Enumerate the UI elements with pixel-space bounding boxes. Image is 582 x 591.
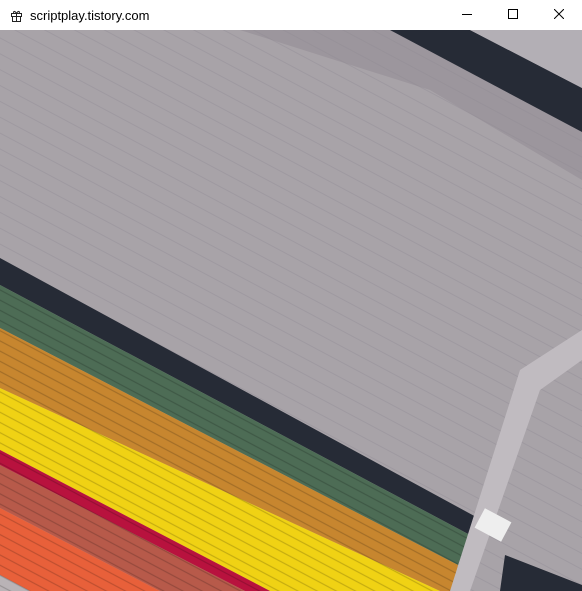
title-bar[interactable]: scriptplay.tistory.com: [0, 0, 582, 30]
window-controls: [444, 0, 582, 30]
maximize-button[interactable]: [490, 0, 536, 30]
gift-box-icon: [9, 8, 23, 22]
tulip-fields-image: [0, 30, 582, 591]
minimize-button[interactable]: [444, 0, 490, 30]
aerial-photo: [0, 30, 582, 591]
window-title: scriptplay.tistory.com: [30, 7, 150, 23]
minimize-icon: [462, 6, 472, 24]
maximize-icon: [508, 6, 518, 24]
close-button[interactable]: [536, 0, 582, 30]
close-icon: [553, 6, 565, 24]
browser-popup-window: scriptplay.tistory.com: [0, 0, 582, 591]
